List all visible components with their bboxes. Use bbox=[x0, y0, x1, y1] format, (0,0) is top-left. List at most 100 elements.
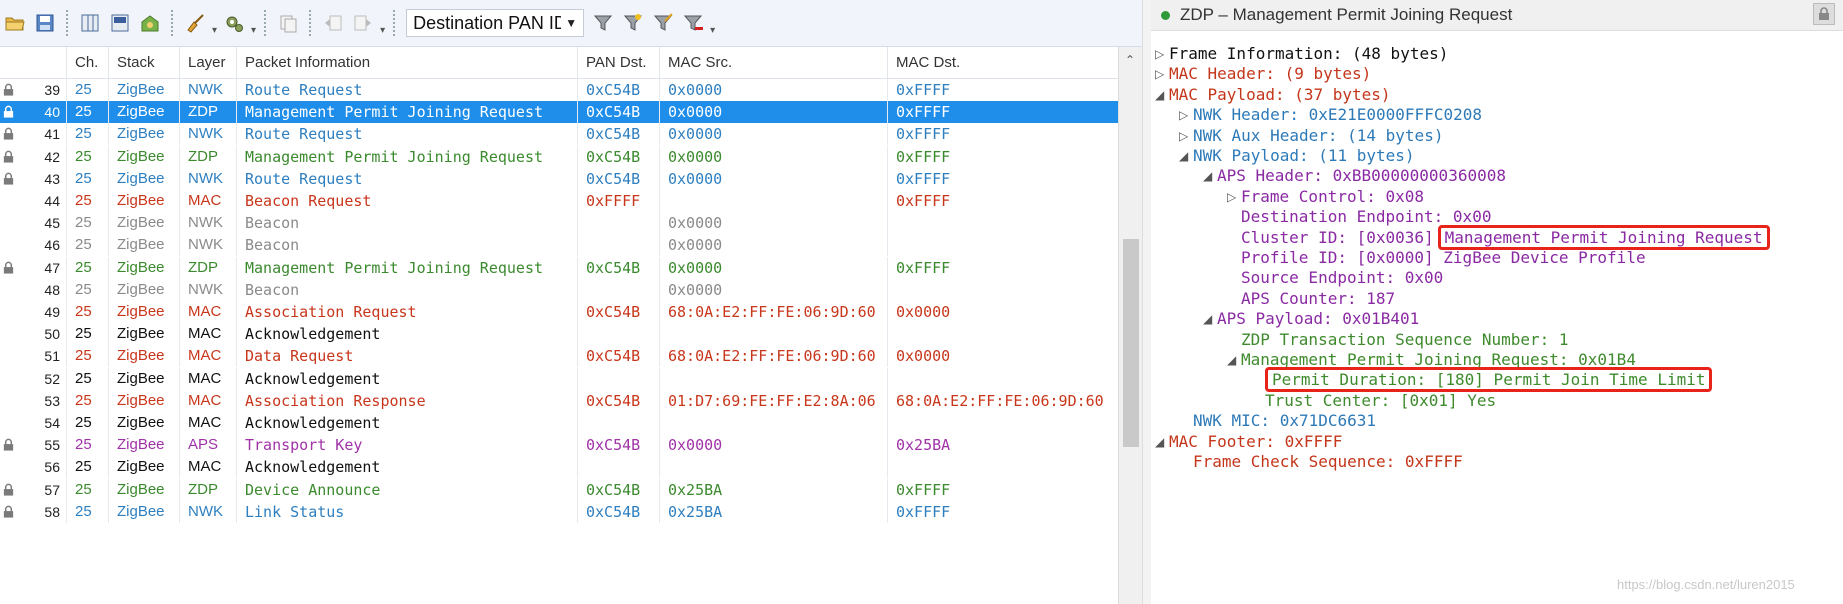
cell-stack: ZigBee bbox=[108, 389, 179, 412]
table-row[interactable]: 54 25 ZigBee MAC Acknowledgement bbox=[0, 412, 1118, 434]
cell-mac-dst bbox=[887, 323, 1118, 346]
forward-arrow-icon bbox=[354, 15, 372, 31]
collapse-triangle-icon[interactable]: ◢ bbox=[1203, 164, 1213, 188]
chevron-down-icon[interactable]: ▾ bbox=[710, 25, 715, 36]
cell-pan-dst: 0xC54B bbox=[577, 389, 659, 412]
settings-button[interactable] bbox=[221, 10, 247, 36]
collapse-triangle-icon[interactable]: ◢ bbox=[1203, 307, 1213, 331]
table-row[interactable]: 58 25 ZigBee NWK Link Status 0xC54B 0x25BA 0xFF… bbox=[0, 500, 1118, 523]
filter-remove-icon bbox=[684, 15, 704, 31]
scroll-up-icon[interactable]: ⌃ bbox=[1125, 53, 1135, 67]
table-row[interactable]: 50 25 ZigBee MAC Acknowledgement bbox=[0, 323, 1118, 346]
scrollbar-thumb[interactable] bbox=[1123, 239, 1139, 447]
cell-mac-src: 68:0A:E2:FF:FE:06:9D:60 bbox=[659, 301, 887, 323]
column-header-channel[interactable]: Ch. bbox=[66, 47, 108, 78]
collapse-triangle-icon[interactable]: ◢ bbox=[1227, 348, 1237, 372]
table-row[interactable]: 44 25 ZigBee MAC Beacon Request 0xFFFF 0xFFFF bbox=[0, 190, 1118, 212]
table-row[interactable]: 49 25 ZigBee MAC Association Request 0xC54B 68… bbox=[0, 301, 1118, 323]
table-row[interactable]: 39 25 ZigBee NWK Route Request 0xC54B 0x0000 0x… bbox=[0, 79, 1118, 101]
column-header-mac-src[interactable]: MAC Src. bbox=[659, 47, 887, 78]
back-button[interactable] bbox=[320, 10, 346, 36]
cell-info: Link Status bbox=[236, 500, 577, 523]
collapse-triangle-icon[interactable]: ◢ bbox=[1179, 144, 1189, 168]
filter-add-button[interactable] bbox=[620, 10, 646, 36]
chevron-down-icon[interactable]: ▾ bbox=[251, 25, 256, 36]
cell-mac-src: 0x0000 bbox=[659, 212, 887, 235]
forward-button[interactable] bbox=[350, 10, 376, 36]
save-button[interactable] bbox=[32, 10, 58, 36]
chevron-down-icon[interactable]: ▾ bbox=[212, 25, 217, 36]
cell-stack: ZigBee bbox=[108, 456, 179, 479]
cell-channel: 25 bbox=[66, 101, 108, 124]
column-header-stack[interactable]: Stack bbox=[108, 47, 179, 78]
cell-mac-src bbox=[659, 412, 887, 434]
cell-mac-src bbox=[659, 323, 887, 346]
table-row[interactable]: 52 25 ZigBee MAC Acknowledgement bbox=[0, 367, 1118, 390]
cell-number: 46 bbox=[44, 237, 60, 254]
copy-icon bbox=[280, 15, 297, 33]
cell-info: Beacon Request bbox=[236, 190, 577, 212]
cell-stack: ZigBee bbox=[108, 323, 179, 346]
filter-button[interactable] bbox=[590, 10, 616, 36]
column-header-number[interactable] bbox=[0, 47, 66, 78]
cell-mac-src: 0x0000 bbox=[659, 278, 887, 301]
collapse-triangle-icon[interactable]: ◢ bbox=[1155, 430, 1165, 454]
column-header-layer[interactable]: Layer bbox=[179, 47, 236, 78]
cell-layer: MAC bbox=[179, 367, 236, 390]
table-row[interactable]: 45 25 ZigBee NWK Beacon 0x0000 bbox=[0, 212, 1118, 235]
column-header-mac-dst[interactable]: MAC Dst. bbox=[887, 47, 1118, 78]
export-button[interactable] bbox=[137, 10, 163, 36]
table-row[interactable]: 53 25 ZigBee MAC Association Response 0xC54B 0… bbox=[0, 389, 1118, 412]
lock-panel-button[interactable] bbox=[1813, 3, 1835, 25]
cell-stack: ZigBee bbox=[108, 412, 179, 434]
cell-info: Beacon bbox=[236, 278, 577, 301]
filter-edit-button[interactable] bbox=[650, 10, 676, 36]
table-row[interactable]: 48 25 ZigBee NWK Beacon 0x0000 bbox=[0, 278, 1118, 301]
columns-button[interactable] bbox=[77, 10, 103, 36]
cell-mac-src: 0x0000 bbox=[659, 123, 887, 146]
table-row[interactable]: 42 25 ZigBee ZDP Management Permit Joining R… bbox=[0, 145, 1118, 168]
toolbar-separator bbox=[171, 10, 174, 36]
column-header-pan-dst[interactable]: PAN Dst. bbox=[577, 47, 659, 78]
cell-pan-dst bbox=[577, 412, 659, 434]
open-folder-button[interactable] bbox=[2, 10, 28, 36]
collapse-triangle-icon[interactable]: ◢ bbox=[1155, 83, 1165, 107]
table-row[interactable]: 40 25 ZigBee ZDP Management Permit Joining R… bbox=[0, 101, 1118, 124]
cell-mac-src: 0x0000 bbox=[659, 101, 887, 124]
cell-layer: MAC bbox=[179, 190, 236, 212]
cell-channel: 25 bbox=[66, 145, 108, 168]
clear-button[interactable] bbox=[182, 10, 208, 36]
view-button[interactable] bbox=[107, 10, 133, 36]
copy-button[interactable] bbox=[275, 10, 301, 36]
gears-icon bbox=[226, 16, 244, 32]
table-row[interactable]: 55 25 ZigBee APS Transport Key 0xC54B 0x0000 0x… bbox=[0, 434, 1118, 457]
table-row[interactable]: 46 25 ZigBee NWK Beacon 0x0000 bbox=[0, 234, 1118, 257]
chevron-down-icon[interactable]: ▾ bbox=[380, 25, 385, 36]
cell-pan-dst: 0xC54B bbox=[577, 256, 659, 279]
table-row[interactable]: 41 25 ZigBee NWK Route Request 0xC54B 0x0000 0x… bbox=[0, 123, 1118, 146]
cell-pan-dst: 0xC54B bbox=[577, 478, 659, 501]
expand-triangle-icon[interactable]: ▷ bbox=[1227, 185, 1237, 209]
cell-stack: ZigBee bbox=[108, 500, 179, 523]
tree-node[interactable]: Frame Check Sequence: 0xFFFF bbox=[1193, 450, 1463, 474]
cell-pan-dst: 0xC54B bbox=[577, 145, 659, 168]
filter-remove-button[interactable] bbox=[680, 10, 706, 36]
cell-pan-dst: 0xC54B bbox=[577, 345, 659, 368]
table-row[interactable]: 47 25 ZigBee ZDP Management Permit Joining R… bbox=[0, 256, 1118, 279]
cell-stack: ZigBee bbox=[108, 101, 179, 124]
cell-stack: ZigBee bbox=[108, 256, 179, 279]
cell-stack: ZigBee bbox=[108, 123, 179, 146]
cell-number: 50 bbox=[44, 326, 60, 343]
cell-pan-dst: 0xC54B bbox=[577, 123, 659, 146]
table-row[interactable]: 43 25 ZigBee NWK Route Request 0xC54B 0x0000 0x… bbox=[0, 167, 1118, 190]
broom-icon bbox=[187, 14, 204, 33]
table-row[interactable]: 51 25 ZigBee MAC Data Request 0xC54B 68:0A:E2:… bbox=[0, 345, 1118, 368]
packet-list-scrollbar[interactable]: ⌃ bbox=[1118, 47, 1142, 604]
pan-id-selector[interactable]: Destination PAN ID ▼ bbox=[406, 9, 585, 37]
table-row[interactable]: 56 25 ZigBee MAC Acknowledgement bbox=[0, 456, 1118, 479]
cell-info: Management Permit Joining Request bbox=[236, 101, 577, 124]
cell-mac-dst: 0xFFFF bbox=[887, 145, 1118, 168]
table-row[interactable]: 57 25 ZigBee ZDP Device Announce 0xC54B 0x25BA… bbox=[0, 478, 1118, 501]
cell-pan-dst: 0xC54B bbox=[577, 79, 659, 101]
column-header-info[interactable]: Packet Information bbox=[236, 47, 577, 78]
